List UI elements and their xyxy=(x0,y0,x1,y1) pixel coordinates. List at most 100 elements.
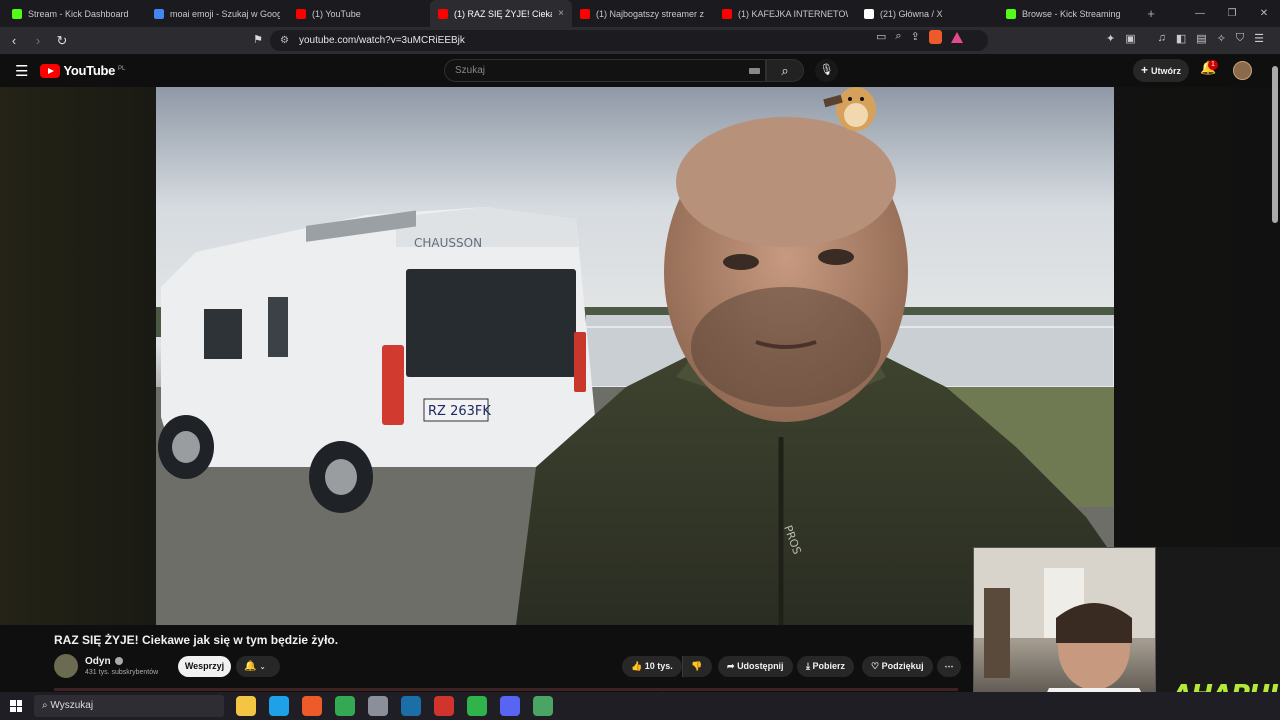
thumbs-down-icon: 👎 xyxy=(691,661,703,671)
chrome-icon[interactable] xyxy=(335,696,355,716)
create-label: Utwórz xyxy=(1151,66,1182,76)
tab-title: moai emoji - Szukaj w Google xyxy=(170,8,280,19)
browser-tab-strip: Stream - Kick Dashboard moai emoji - Szuk… xyxy=(0,0,1280,27)
like-button[interactable]: 👍 10 tys. xyxy=(622,656,682,677)
video-title: RAZ SIĘ ŻYJE! Ciekawe jak się w tym będz… xyxy=(54,633,339,647)
tab-favicon-icon xyxy=(722,8,732,19)
tab-favicon-icon xyxy=(296,8,306,19)
leo-ai-icon[interactable]: ✧ xyxy=(1217,32,1226,45)
mic-icon: 🎙 xyxy=(819,64,834,76)
tab-title: Browse - Kick Streaming xyxy=(1022,8,1121,19)
dislike-button[interactable]: 👎 xyxy=(682,656,712,677)
file-explorer-icon[interactable] xyxy=(236,696,256,716)
support-button[interactable]: Wesprzyj xyxy=(178,656,231,677)
search-icon: ⌕ xyxy=(781,63,789,78)
screenshot-icon[interactable]: ▣ xyxy=(1125,32,1135,45)
video-player[interactable]: RZ 263FK CHAUSSON PROS xyxy=(156,87,1114,625)
account-avatar[interactable] xyxy=(1233,61,1252,80)
tab-favicon-icon xyxy=(154,8,164,19)
new-tab-button[interactable]: + xyxy=(1140,6,1162,21)
minimize-button[interactable]: — xyxy=(1184,0,1216,27)
discord-icon[interactable] xyxy=(500,696,520,716)
app-8-icon[interactable] xyxy=(467,696,487,716)
thanks-label: Podziękuj xyxy=(881,661,924,671)
create-button[interactable]: + Utwórz xyxy=(1133,59,1189,82)
tab-favicon-icon xyxy=(864,8,874,19)
page-scrollbar[interactable] xyxy=(1272,66,1278,223)
taskbar-apps xyxy=(236,696,553,716)
browser-tab[interactable]: (1) Najbogatszy streamer z Po xyxy=(572,0,714,27)
youtube-logo[interactable]: YouTube PL xyxy=(40,63,125,78)
thanks-button[interactable]: ♡ Podziękuj xyxy=(862,656,933,677)
notification-count-badge: 1 xyxy=(1208,60,1218,70)
channel-name-row[interactable]: Odyn xyxy=(85,656,123,667)
van-brand-text: CHAUSSON xyxy=(414,236,482,250)
browser-tab[interactable]: (1) KAFEJKA INTERNETOWA W xyxy=(714,0,856,27)
sidebar-icon[interactable]: ◧ xyxy=(1176,32,1186,45)
tab-favicon-icon xyxy=(1006,8,1016,19)
extension-icons: ✦ ▣ ♫ ◧ ▤ ✧ ⛉ ☰ xyxy=(1106,32,1264,45)
thumbs-up-icon: 👍 xyxy=(631,661,643,671)
app-5-icon[interactable] xyxy=(368,696,388,716)
share-icon[interactable]: ⇪ xyxy=(911,30,920,44)
cast-icon[interactable]: ▭ xyxy=(876,30,886,44)
tab-list: Stream - Kick Dashboard moai emoji - Szuk… xyxy=(4,0,1140,27)
site-info-icon[interactable]: ⚙ xyxy=(280,35,289,46)
vpn-icon[interactable]: ⛉ xyxy=(1236,32,1244,45)
download-label: Pobierz xyxy=(812,661,846,671)
browser-tab[interactable]: Browse - Kick Streaming xyxy=(998,0,1140,27)
channel-name[interactable]: Odyn xyxy=(85,656,111,667)
share-button[interactable]: ➦ Udostępnij xyxy=(718,656,793,677)
menu-icon[interactable]: ☰ xyxy=(1254,32,1264,45)
app-7-icon[interactable] xyxy=(434,696,454,716)
app-10-icon[interactable] xyxy=(533,696,553,716)
reload-button[interactable]: ↻ xyxy=(52,33,72,49)
windows-taskbar: ⌕ Wyszukaj xyxy=(0,692,1280,720)
browser-tab[interactable]: (21) Główna / X xyxy=(856,0,998,27)
subscriber-count: 431 tys. subskrybentów xyxy=(85,669,159,676)
share-label: Udostępnij xyxy=(737,661,784,671)
tab-title: (1) Najbogatszy streamer z Po xyxy=(596,8,706,19)
search-input[interactable]: Szukaj xyxy=(444,59,766,82)
bookmark-icon[interactable]: ⚑ xyxy=(248,33,268,46)
voice-search-button[interactable]: 🎙 xyxy=(815,59,838,82)
download-button[interactable]: ⤓ Pobierz xyxy=(797,656,855,677)
close-window-button[interactable]: ✕ xyxy=(1248,0,1280,27)
notification-settings-button[interactable]: 🔔 ⌄ xyxy=(236,656,280,677)
taskbar-search[interactable]: ⌕ Wyszukaj xyxy=(34,695,224,717)
edge-icon[interactable] xyxy=(269,696,289,716)
tab-title: (21) Główna / X xyxy=(880,8,943,19)
url-text: youtube.com/watch?v=3uMCRiEEBjk xyxy=(298,35,465,46)
steam-icon[interactable] xyxy=(401,696,421,716)
browser-tab[interactable]: (1) YouTube xyxy=(288,0,430,27)
browser-tab[interactable]: moai emoji - Szukaj w Google xyxy=(146,0,288,27)
browser-tab[interactable]: (1) RAZ SIĘ ŻYJE! Cieka × xyxy=(430,0,572,27)
brave-icon[interactable] xyxy=(302,696,322,716)
zoom-icon[interactable]: ⌕ xyxy=(895,30,901,44)
back-button[interactable]: ‹ xyxy=(4,33,24,48)
extensions-icon[interactable]: ✦ xyxy=(1106,32,1115,45)
search-icon: ⌕ xyxy=(42,700,48,711)
download-icon: ⤓ xyxy=(806,661,810,671)
forward-button[interactable]: › xyxy=(28,33,48,48)
wallet-icon[interactable]: ▤ xyxy=(1196,32,1206,45)
search-button[interactable]: ⌕ xyxy=(766,59,804,82)
bell-icon: 🔔 xyxy=(244,661,257,672)
heart-dollar-icon: ♡ xyxy=(871,661,880,671)
more-actions-button[interactable]: ⋯ xyxy=(937,656,961,677)
restore-button[interactable]: ❐ xyxy=(1216,0,1248,27)
tab-title: (1) KAFEJKA INTERNETOWA W xyxy=(738,8,848,19)
youtube-play-icon xyxy=(40,63,61,78)
browser-tab[interactable]: Stream - Kick Dashboard xyxy=(4,0,146,27)
brave-shield-icon[interactable] xyxy=(928,30,942,44)
start-button[interactable] xyxy=(10,700,22,712)
channel-avatar[interactable] xyxy=(54,654,78,678)
browser-toolbar: ‹ › ↻ ⚑ ⚙ youtube.com/watch?v=3uMCRiEEBj… xyxy=(0,27,1280,54)
plus-icon: + xyxy=(1141,63,1149,77)
brave-rewards-icon[interactable] xyxy=(950,32,963,43)
verified-icon xyxy=(114,657,123,666)
keyboard-icon[interactable] xyxy=(749,68,760,74)
tab-close-icon[interactable]: × xyxy=(558,8,564,19)
guide-menu-button[interactable]: ☰ xyxy=(15,62,28,80)
media-icon[interactable]: ♫ xyxy=(1158,32,1166,45)
